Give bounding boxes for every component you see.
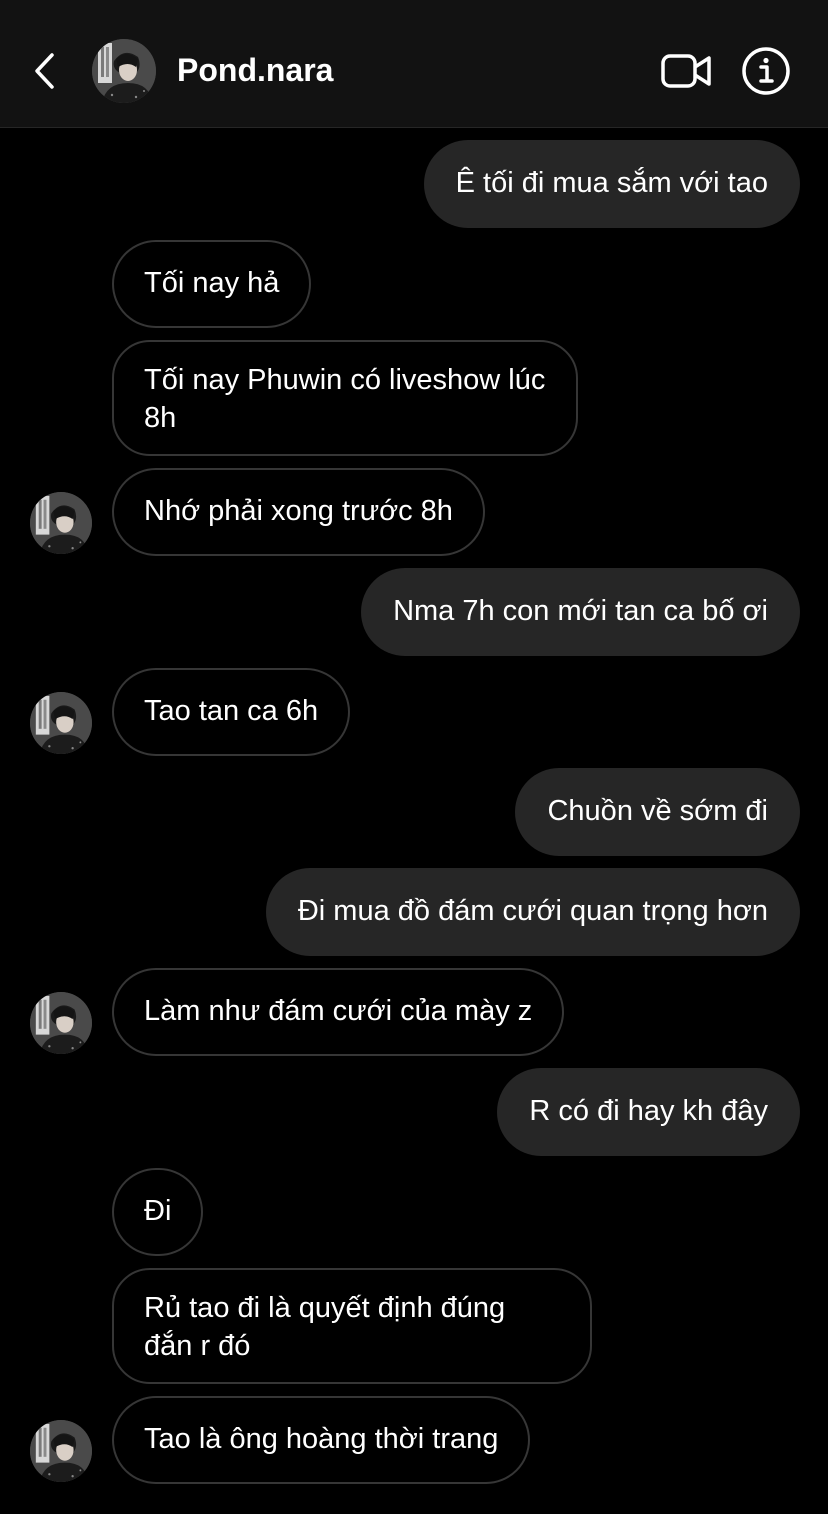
message-incoming[interactable]: Tối nay hả (112, 240, 312, 328)
sender-avatar[interactable] (30, 492, 92, 554)
sender-avatar[interactable] (30, 1420, 92, 1482)
video-call-button[interactable] (656, 46, 716, 96)
info-button[interactable] (738, 43, 794, 99)
video-camera-icon (661, 54, 711, 88)
contact-avatar[interactable] (92, 39, 156, 103)
message-outgoing[interactable]: R có đi hay kh đây (497, 1068, 800, 1156)
chevron-left-icon (35, 53, 54, 89)
sender-avatar[interactable] (30, 692, 92, 754)
message-outgoing[interactable]: Đi mua đồ đám cưới quan trọng hơn (265, 868, 800, 956)
message-incoming[interactable]: Tao là ông hoàng thời trang (112, 1396, 531, 1484)
info-icon (742, 47, 790, 95)
message-incoming[interactable]: Làm như đám cưới của mày z (112, 968, 565, 1056)
message-incoming[interactable]: Tao tan ca 6h (112, 668, 351, 756)
message-incoming[interactable]: Nhớ phải xong trước 8h (112, 468, 485, 556)
message-incoming[interactable]: Rủ tao đi là quyết định đúng đắn r đó (112, 1268, 592, 1384)
back-button[interactable] (22, 46, 66, 96)
message-outgoing[interactable]: Nma 7h con mới tan ca bố ơi (361, 568, 800, 656)
contact-name[interactable]: Pond.nara (177, 50, 333, 90)
message-incoming[interactable]: Tối nay Phuwin có liveshow lúc 8h (112, 340, 578, 456)
message-outgoing[interactable]: Chuồn về sớm đi (515, 768, 800, 856)
message-outgoing[interactable]: Ê tối đi mua sắm với tao (423, 140, 800, 228)
chat-header: Pond.nara (0, 0, 828, 128)
sender-avatar[interactable] (30, 992, 92, 1054)
message-incoming[interactable]: Đi (112, 1168, 204, 1256)
